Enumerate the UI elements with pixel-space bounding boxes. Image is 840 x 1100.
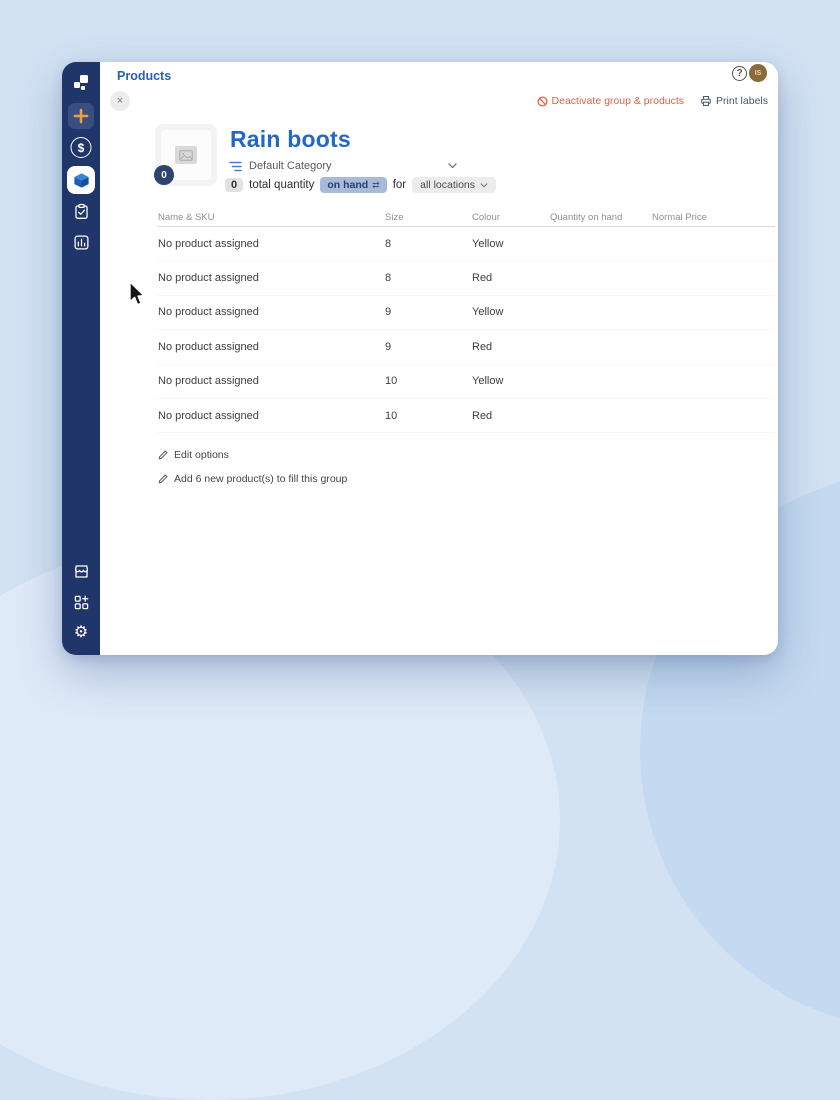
- storefront-icon: [73, 563, 90, 580]
- sidebar: $: [62, 62, 100, 655]
- location-filter-select[interactable]: all locations: [412, 177, 496, 193]
- swap-icon: ⇄: [372, 180, 380, 191]
- cell-name: No product assigned: [158, 375, 385, 387]
- desktop: { "app": { "page_title": "Products", "he…: [0, 0, 840, 720]
- printer-icon: [700, 95, 712, 107]
- cell-size: 9: [385, 341, 472, 353]
- apps-plus-icon: [73, 594, 90, 611]
- cell-colour: Red: [472, 410, 550, 422]
- clipboard-check-icon: [73, 203, 90, 220]
- app-window: $: [62, 62, 778, 655]
- cell-name: No product assigned: [158, 341, 385, 353]
- chevron-down-icon: [480, 183, 488, 188]
- sidebar-item-reports[interactable]: [71, 232, 91, 252]
- table-row[interactable]: No product assigned 9 Red: [158, 330, 775, 364]
- close-icon: ×: [117, 95, 123, 107]
- help-button[interactable]: ?: [732, 66, 747, 81]
- column-header-name-sku: Name & SKU: [158, 212, 385, 223]
- cell-colour: Red: [472, 341, 550, 353]
- add-products-link[interactable]: Add 6 new product(s) to fill this group: [158, 473, 347, 485]
- quantity-summary: 0 total quantity on hand ⇄ for all locat…: [225, 177, 496, 193]
- product-group-name: Rain boots: [230, 126, 351, 153]
- column-header-quantity: Quantity on hand: [550, 212, 652, 223]
- cell-colour: Yellow: [472, 375, 550, 387]
- sidebar-item-settings[interactable]: ⚙: [71, 623, 91, 643]
- sidebar-item-products-active[interactable]: [67, 166, 95, 194]
- category-select[interactable]: Default Category: [229, 160, 457, 172]
- dollar-icon: $: [78, 141, 85, 155]
- cell-name: No product assigned: [158, 306, 385, 318]
- category-label: Default Category: [249, 160, 332, 172]
- table-row[interactable]: No product assigned 8 Red: [158, 261, 775, 295]
- cell-colour: Yellow: [472, 306, 550, 318]
- for-text: for: [393, 179, 406, 191]
- table-row[interactable]: No product assigned 10 Yellow: [158, 365, 775, 399]
- print-labels-label: Print labels: [716, 95, 768, 107]
- sidebar-item-inventory-tasks[interactable]: [71, 201, 91, 221]
- circle-slash-icon: [537, 96, 548, 107]
- product-image-placeholder[interactable]: 0: [155, 124, 217, 186]
- add-button[interactable]: [68, 103, 94, 129]
- chevron-down-icon: [448, 163, 457, 169]
- quantity-mode-toggle[interactable]: on hand ⇄: [320, 177, 386, 193]
- cell-name: No product assigned: [158, 410, 385, 422]
- variants-table: Name & SKU Size Colour Quantity on hand …: [158, 208, 775, 433]
- cell-size: 8: [385, 272, 472, 284]
- table-row[interactable]: No product assigned 9 Yellow: [158, 296, 775, 330]
- table-row[interactable]: No product assigned 10 Red: [158, 399, 775, 433]
- cell-name: No product assigned: [158, 272, 385, 284]
- column-header-size: Size: [385, 212, 472, 223]
- image-placeholder-icon: [175, 146, 197, 164]
- table-row[interactable]: No product assigned 8 Yellow: [158, 227, 775, 261]
- location-filter-label: all locations: [420, 179, 475, 191]
- pencil-icon: [158, 474, 168, 484]
- cell-size: 10: [385, 375, 472, 387]
- pencil-icon: [158, 450, 168, 460]
- sidebar-item-apps[interactable]: [71, 592, 91, 612]
- add-products-label: Add 6 new product(s) to fill this group: [174, 473, 347, 485]
- edit-options-link[interactable]: Edit options: [158, 449, 229, 461]
- cube-icon: [72, 171, 91, 190]
- avatar-initials: IS: [755, 70, 762, 77]
- image-count-badge: 0: [154, 165, 174, 185]
- gear-icon: ⚙: [74, 625, 88, 641]
- quantity-value-badge: 0: [225, 178, 243, 192]
- category-icon: [229, 161, 242, 172]
- column-header-price: Normal Price: [652, 212, 775, 223]
- column-header-colour: Colour: [472, 212, 550, 223]
- sidebar-item-sales[interactable]: $: [71, 137, 92, 158]
- table-header-row: Name & SKU Size Colour Quantity on hand …: [158, 208, 775, 227]
- close-button[interactable]: ×: [110, 91, 130, 111]
- cell-colour: Yellow: [472, 238, 550, 250]
- main-content: Products ? IS Deactivate group & product…: [100, 62, 778, 655]
- print-labels-button[interactable]: Print labels: [700, 95, 768, 107]
- cell-size: 8: [385, 238, 472, 250]
- app-logo-icon[interactable]: [70, 74, 92, 94]
- quantity-mode-label: on hand: [327, 179, 368, 191]
- cell-size: 9: [385, 306, 472, 318]
- group-actions: Deactivate group & products Print labels: [537, 95, 768, 107]
- deactivate-group-button[interactable]: Deactivate group & products: [537, 95, 685, 107]
- cell-colour: Red: [472, 272, 550, 284]
- avatar[interactable]: IS: [749, 64, 767, 82]
- question-icon: ?: [736, 68, 742, 79]
- quantity-text: total quantity: [249, 179, 314, 191]
- page-title: Products: [117, 69, 171, 83]
- sidebar-item-store[interactable]: [71, 561, 91, 581]
- cell-name: No product assigned: [158, 238, 385, 250]
- bar-chart-icon: [73, 234, 90, 251]
- deactivate-label: Deactivate group & products: [552, 95, 685, 107]
- cell-size: 10: [385, 410, 472, 422]
- edit-options-label: Edit options: [174, 449, 229, 461]
